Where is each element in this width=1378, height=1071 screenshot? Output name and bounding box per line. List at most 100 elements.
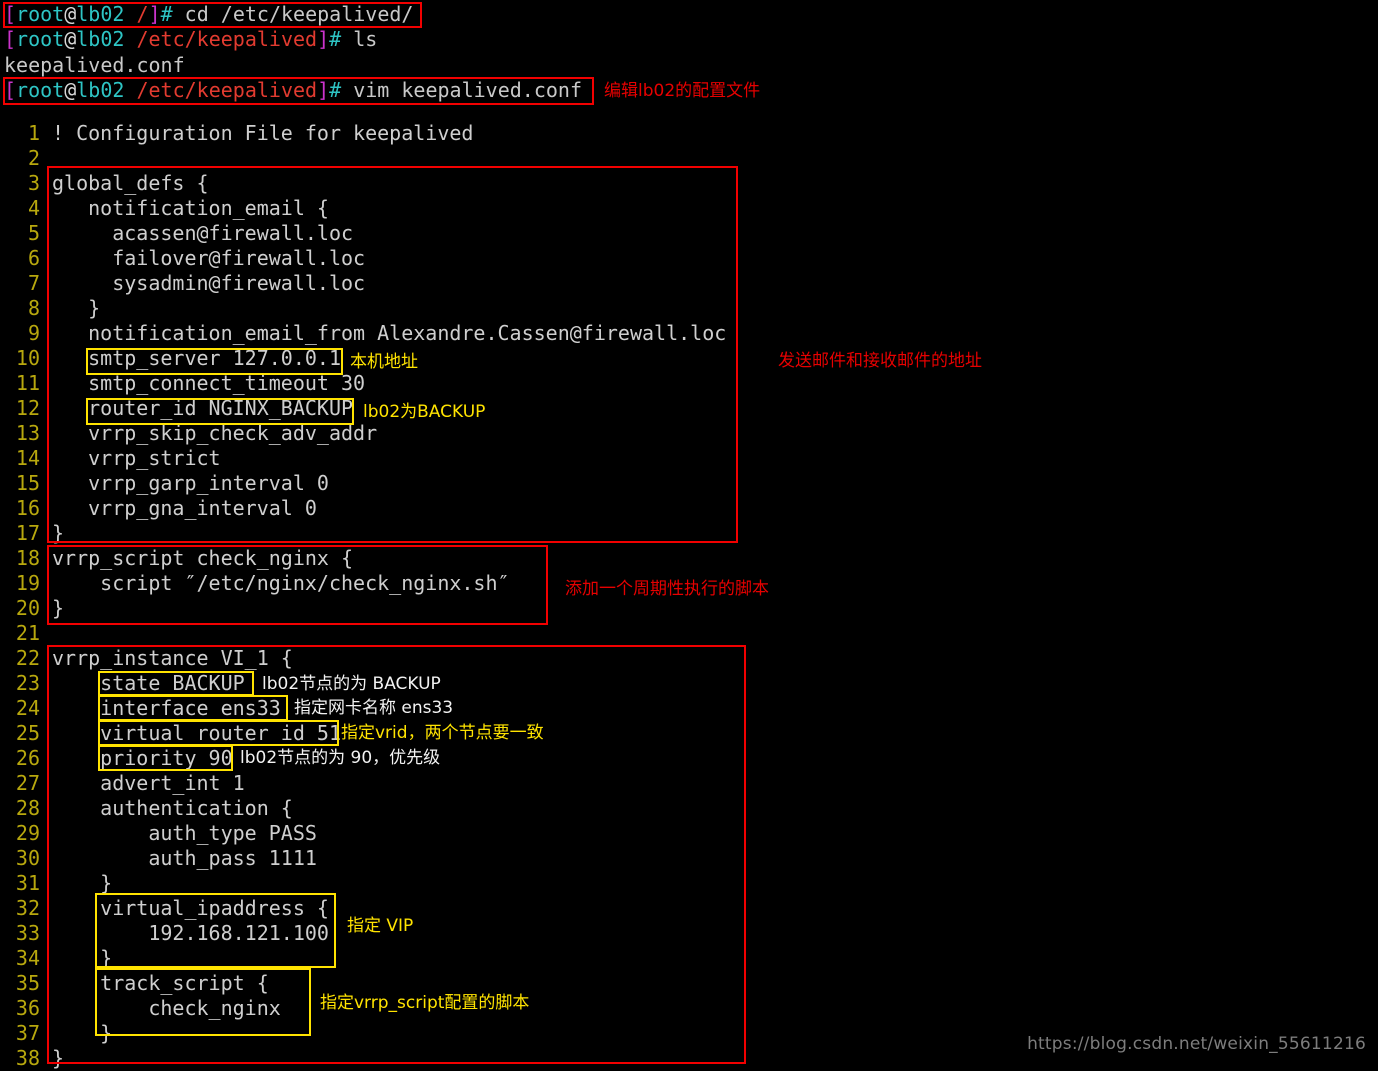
- line-number: 32: [15, 896, 40, 920]
- line-number: 22: [15, 646, 40, 670]
- line-number: 2: [27, 146, 40, 170]
- terminal-prompt-line-2: [root@lb02 /etc/keepalived]# ls: [4, 27, 377, 52]
- prompt-host: lb02: [76, 78, 125, 102]
- line-number: 29: [15, 821, 40, 845]
- line-content: notification_email_from Alexandre.Cassen…: [52, 321, 727, 345]
- line-number: 26: [15, 746, 40, 770]
- line-number: 16: [15, 496, 40, 520]
- editor-line[interactable]: 5 acassen@firewall.loc: [0, 221, 1378, 246]
- line-content: interface ens33: [52, 696, 281, 720]
- prompt-bracket-close: ]: [148, 2, 161, 26]
- terminal-command-ls: ls: [341, 27, 378, 51]
- editor-line[interactable]: 24 interface ens33: [0, 696, 1378, 721]
- line-content: }: [52, 521, 65, 545]
- line-content: router_id NGINX_BACKUP: [52, 396, 354, 420]
- line-content: virtual_ipaddress {: [52, 896, 329, 920]
- editor-line[interactable]: 15 vrrp_garp_interval 0: [0, 471, 1378, 496]
- editor-line[interactable]: 35 track_script {: [0, 971, 1378, 996]
- editor-line[interactable]: 4 notification_email {: [0, 196, 1378, 221]
- prompt-bracket-open: [: [4, 27, 17, 51]
- editor-line[interactable]: 23 state BACKUP: [0, 671, 1378, 696]
- line-content: vrrp_strict: [52, 446, 221, 470]
- editor-line[interactable]: 18 vrrp_script check_nginx {: [0, 546, 1378, 571]
- line-number: 15: [15, 471, 40, 495]
- editor-line[interactable]: 10 smtp_server 127.0.0.1: [0, 346, 1378, 371]
- editor-line[interactable]: 1 ! Configuration File for keepalived: [0, 121, 1378, 146]
- editor-line[interactable]: 20}: [0, 596, 1378, 621]
- editor-line[interactable]: 3 global_defs {: [0, 171, 1378, 196]
- line-content: }: [52, 1046, 65, 1070]
- editor-line[interactable]: 16 vrrp_gna_interval 0: [0, 496, 1378, 521]
- editor-line[interactable]: 12 router_id NGINX_BACKUP: [0, 396, 1378, 421]
- line-content: }: [52, 296, 101, 320]
- editor-line[interactable]: 32 virtual_ipaddress {: [0, 896, 1378, 921]
- line-number: 5: [27, 221, 40, 245]
- line-content: check_nginx: [52, 996, 281, 1020]
- prompt-bracket-close: ]: [317, 78, 330, 102]
- line-number: 23: [15, 671, 40, 695]
- annotation-priority-90: lb02节点的为 90，优先级: [240, 748, 441, 768]
- line-number: 24: [15, 696, 40, 720]
- editor-line[interactable]: 7 sysadmin@firewall.loc: [0, 271, 1378, 296]
- terminal-command-vim: vim keepalived.conf: [341, 78, 583, 102]
- line-number: 14: [15, 446, 40, 470]
- prompt-at: @: [64, 2, 77, 26]
- prompt-bracket-open: [: [4, 78, 17, 102]
- editor-line[interactable]: 9 notification_email_from Alexandre.Cass…: [0, 321, 1378, 346]
- line-content: authentication {: [52, 796, 293, 820]
- editor-line[interactable]: 29 auth_type PASS: [0, 821, 1378, 846]
- line-content: }: [52, 946, 113, 970]
- line-content: global_defs {: [52, 171, 209, 195]
- line-content: vrrp_garp_interval 0: [52, 471, 329, 495]
- editor-line[interactable]: 22 vrrp_instance VI_1 {: [0, 646, 1378, 671]
- annotation-specify-vip: 指定 VIP: [347, 916, 414, 936]
- editor-line[interactable]: 21: [0, 621, 1378, 646]
- editor-line[interactable]: 34 }: [0, 946, 1378, 971]
- line-number: 21: [15, 621, 40, 645]
- line-content: }: [52, 1021, 113, 1045]
- editor-line[interactable]: 28 authentication {: [0, 796, 1378, 821]
- editor-line[interactable]: 36 check_nginx: [0, 996, 1378, 1021]
- editor-line[interactable]: 26 priority 90: [0, 746, 1378, 771]
- line-number: 33: [15, 921, 40, 945]
- editor-line[interactable]: 30 auth_pass 1111: [0, 846, 1378, 871]
- editor-line[interactable]: 31 }: [0, 871, 1378, 896]
- line-number: 37: [15, 1021, 40, 1045]
- line-content: virtual_router_id 51: [52, 721, 341, 745]
- editor-line[interactable]: 11 smtp_connect_timeout 30: [0, 371, 1378, 396]
- line-number: 28: [15, 796, 40, 820]
- editor-line[interactable]: 13 vrrp_skip_check_adv_addr: [0, 421, 1378, 446]
- line-number: 7: [27, 271, 40, 295]
- prompt-at: @: [64, 78, 77, 102]
- annotation-edit-config-file: 编辑lb02的配置文件: [604, 81, 761, 101]
- editor-line[interactable]: 33 192.168.121.100: [0, 921, 1378, 946]
- watermark-url: https://blog.csdn.net/weixin_55611216: [1027, 1034, 1366, 1054]
- editor-line[interactable]: 8 }: [0, 296, 1378, 321]
- line-content: advert_int 1: [52, 771, 245, 795]
- line-content: vrrp_script check_nginx {: [52, 546, 354, 570]
- line-content: }: [52, 596, 65, 620]
- line-content: ! Configuration File for keepalived: [52, 121, 474, 145]
- line-number: 34: [15, 946, 40, 970]
- line-content: sysadmin@firewall.loc: [52, 271, 366, 295]
- line-number: 13: [15, 421, 40, 445]
- line-number: 11: [15, 371, 40, 395]
- line-content: vrrp_instance VI_1 {: [52, 646, 293, 670]
- line-content: }: [52, 871, 113, 895]
- line-content: failover@firewall.loc: [52, 246, 366, 270]
- editor-line[interactable]: 27 advert_int 1: [0, 771, 1378, 796]
- line-number: 17: [15, 521, 40, 545]
- editor-line[interactable]: 25 virtual_router_id 51: [0, 721, 1378, 746]
- editor-line[interactable]: 14 vrrp_strict: [0, 446, 1378, 471]
- line-content: acassen@firewall.loc: [52, 221, 354, 245]
- terminal-prompt-line-1: [root@lb02 /]# cd /etc/keepalived/: [4, 2, 413, 27]
- editor-line[interactable]: 17}: [0, 521, 1378, 546]
- line-content: notification_email {: [52, 196, 329, 220]
- terminal-command-cd: cd /etc/keepalived/: [172, 2, 414, 26]
- line-number: 19: [15, 571, 40, 595]
- line-content: script ″/etc/nginx/check_nginx.sh″: [52, 571, 510, 595]
- editor-line[interactable]: 2: [0, 146, 1378, 171]
- annotation-state-backup: lb02节点的为 BACKUP: [262, 674, 441, 694]
- terminal-prompt-line-3: [root@lb02 /etc/keepalived]# vim keepali…: [4, 78, 582, 103]
- editor-line[interactable]: 6 failover@firewall.loc: [0, 246, 1378, 271]
